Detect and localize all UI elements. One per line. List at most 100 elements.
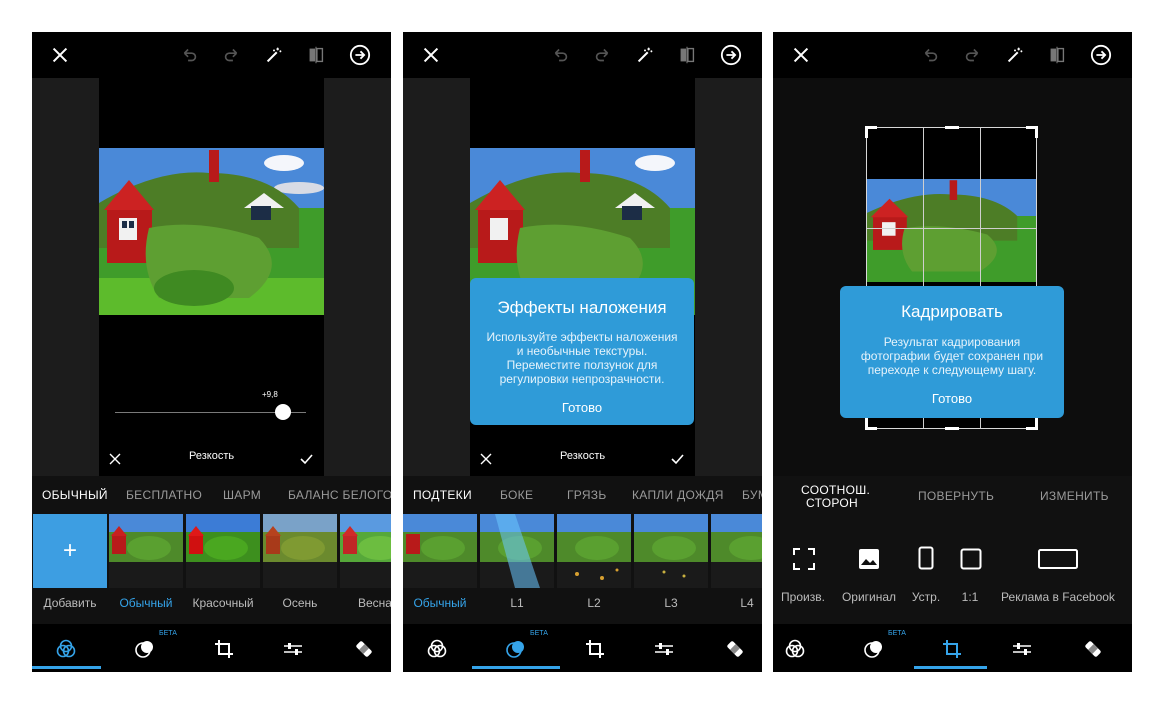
image-icon[interactable]: [858, 548, 880, 570]
undo-icon[interactable]: [548, 43, 572, 67]
tab-bokeh[interactable]: БОКЕ: [500, 488, 533, 502]
healing-icon[interactable]: [723, 637, 747, 661]
filter-labels: Добавить Обычный Красочный Осень Весна: [32, 588, 391, 624]
redo-icon[interactable]: [961, 43, 985, 67]
facebook-ad-icon[interactable]: [1038, 549, 1078, 569]
tooltip-done-button[interactable]: Готово: [470, 400, 694, 415]
top-toolbar: [32, 32, 391, 78]
option-square[interactable]: 1:1: [945, 590, 995, 604]
filter-thumb-colorful[interactable]: [186, 514, 260, 588]
bottom-navigation: БЕТА: [403, 624, 762, 672]
tooltip-line: Результат кадрирования: [883, 335, 1021, 349]
tab-paper[interactable]: БУМ: [742, 488, 762, 502]
compare-icon[interactable]: [675, 43, 699, 67]
healing-icon[interactable]: [1081, 637, 1105, 661]
tab-dirt[interactable]: ГРЯЗЬ: [567, 488, 607, 502]
beta-badge: БЕТА: [888, 630, 906, 637]
redo-icon[interactable]: [220, 43, 244, 67]
tab-white-balance[interactable]: БАЛАНС БЕЛОГО: [288, 488, 391, 502]
freeform-icon[interactable]: [793, 548, 815, 570]
overlay-thumb-l2[interactable]: [557, 514, 631, 588]
cancel-icon[interactable]: [109, 450, 121, 465]
option-original[interactable]: Оригинал: [839, 590, 899, 604]
magic-wand-icon[interactable]: [1003, 43, 1027, 67]
top-toolbar: [403, 32, 762, 78]
square-icon[interactable]: [960, 548, 982, 570]
tooltip-body: Результат кадрирования фотографии будет …: [840, 335, 1064, 377]
option-freeform[interactable]: Произв.: [773, 590, 833, 604]
adjust-icon[interactable]: [281, 637, 305, 661]
label-l4: L4: [740, 596, 754, 610]
filters-icon[interactable]: [54, 637, 78, 661]
filter-thumb-spring[interactable]: [340, 514, 391, 588]
redo-icon[interactable]: [591, 43, 615, 67]
crop-handle[interactable]: [945, 427, 959, 430]
overlay-icon[interactable]: [133, 637, 157, 661]
close-icon[interactable]: [789, 43, 813, 67]
tab-rotate[interactable]: ПОВЕРНУТЬ: [918, 489, 994, 503]
undo-icon[interactable]: [177, 43, 201, 67]
tab-free[interactable]: БЕСПЛАТНО: [126, 488, 202, 502]
adjust-icon[interactable]: [1010, 637, 1034, 661]
device-icon[interactable]: [918, 546, 934, 570]
overlay-icon[interactable]: [862, 637, 886, 661]
filter-thumb-autumn[interactable]: [263, 514, 337, 588]
house-photo: [867, 179, 1036, 282]
photo-canvas: +9,8 Резкость: [99, 78, 324, 476]
apply-check-icon[interactable]: [300, 450, 313, 465]
active-tab-indicator: [472, 666, 560, 669]
filter-thumb-normal[interactable]: [109, 514, 183, 588]
overlay-thumb-normal[interactable]: [403, 514, 477, 588]
close-icon[interactable]: [48, 43, 72, 67]
tooltip-done-button[interactable]: Готово: [840, 391, 1064, 406]
next-arrow-icon[interactable]: [1089, 43, 1113, 67]
magic-wand-icon[interactable]: [262, 43, 286, 67]
filters-icon[interactable]: [783, 637, 807, 661]
tab-aspect-ratio[interactable]: СООТНОШ. СТОРОН: [801, 484, 870, 510]
label-l2: L2: [587, 596, 601, 610]
crop-handle[interactable]: [865, 418, 877, 430]
slider-knob[interactable]: [275, 404, 292, 420]
crop-icon[interactable]: [212, 637, 236, 661]
tooltip-line: и необычные текстуры.: [516, 344, 648, 358]
apply-check-icon[interactable]: [671, 450, 684, 465]
overlay-thumb-l3[interactable]: [634, 514, 708, 588]
overlay-thumb-l1[interactable]: [480, 514, 554, 588]
cancel-icon[interactable]: [480, 450, 492, 465]
phone-screen-crop: Кадрировать Результат кадрирования фотог…: [773, 32, 1132, 672]
tab-charm[interactable]: ШАРМ: [223, 488, 261, 502]
label-colorful: Красочный: [192, 596, 254, 610]
tab-normal[interactable]: ОБЫЧНЫЙ: [42, 488, 108, 502]
crop-handle[interactable]: [945, 126, 959, 129]
crop-icon[interactable]: [583, 637, 607, 661]
tool-name: Резкость: [560, 450, 606, 462]
house-photo: [99, 148, 324, 315]
slider-value: +9,8: [262, 390, 278, 399]
bottom-navigation: БЕТА: [32, 624, 391, 672]
filter-thumbnails: +: [32, 514, 391, 588]
tooltip-title: Кадрировать: [901, 302, 1003, 321]
healing-icon[interactable]: [352, 637, 376, 661]
add-filter-button[interactable]: +: [33, 514, 107, 588]
next-arrow-icon[interactable]: [348, 43, 372, 67]
compare-icon[interactable]: [1045, 43, 1069, 67]
tab-resize[interactable]: ИЗМЕНИТЬ: [1040, 489, 1109, 503]
overlay-icon[interactable]: [504, 637, 528, 661]
tab-raindrops[interactable]: КАПЛИ ДОЖДЯ: [632, 488, 724, 502]
crop-icon[interactable]: [940, 637, 964, 661]
filters-icon[interactable]: [425, 637, 449, 661]
next-arrow-icon[interactable]: [719, 43, 743, 67]
tooltip-line: Используйте эффекты наложения: [486, 330, 678, 344]
compare-icon[interactable]: [304, 43, 328, 67]
tab-drips[interactable]: ПОДТЕКИ: [413, 488, 472, 502]
magic-wand-icon[interactable]: [633, 43, 657, 67]
close-icon[interactable]: [419, 43, 443, 67]
label-spring: Весна: [358, 596, 391, 610]
undo-icon[interactable]: [918, 43, 942, 67]
overlay-thumb-l4[interactable]: [711, 514, 762, 588]
option-facebook-ad[interactable]: Реклама в Facebook: [995, 590, 1121, 604]
crop-handle[interactable]: [1026, 126, 1038, 138]
adjust-icon[interactable]: [652, 637, 676, 661]
crop-handle[interactable]: [1026, 418, 1038, 430]
crop-handle[interactable]: [865, 126, 877, 138]
